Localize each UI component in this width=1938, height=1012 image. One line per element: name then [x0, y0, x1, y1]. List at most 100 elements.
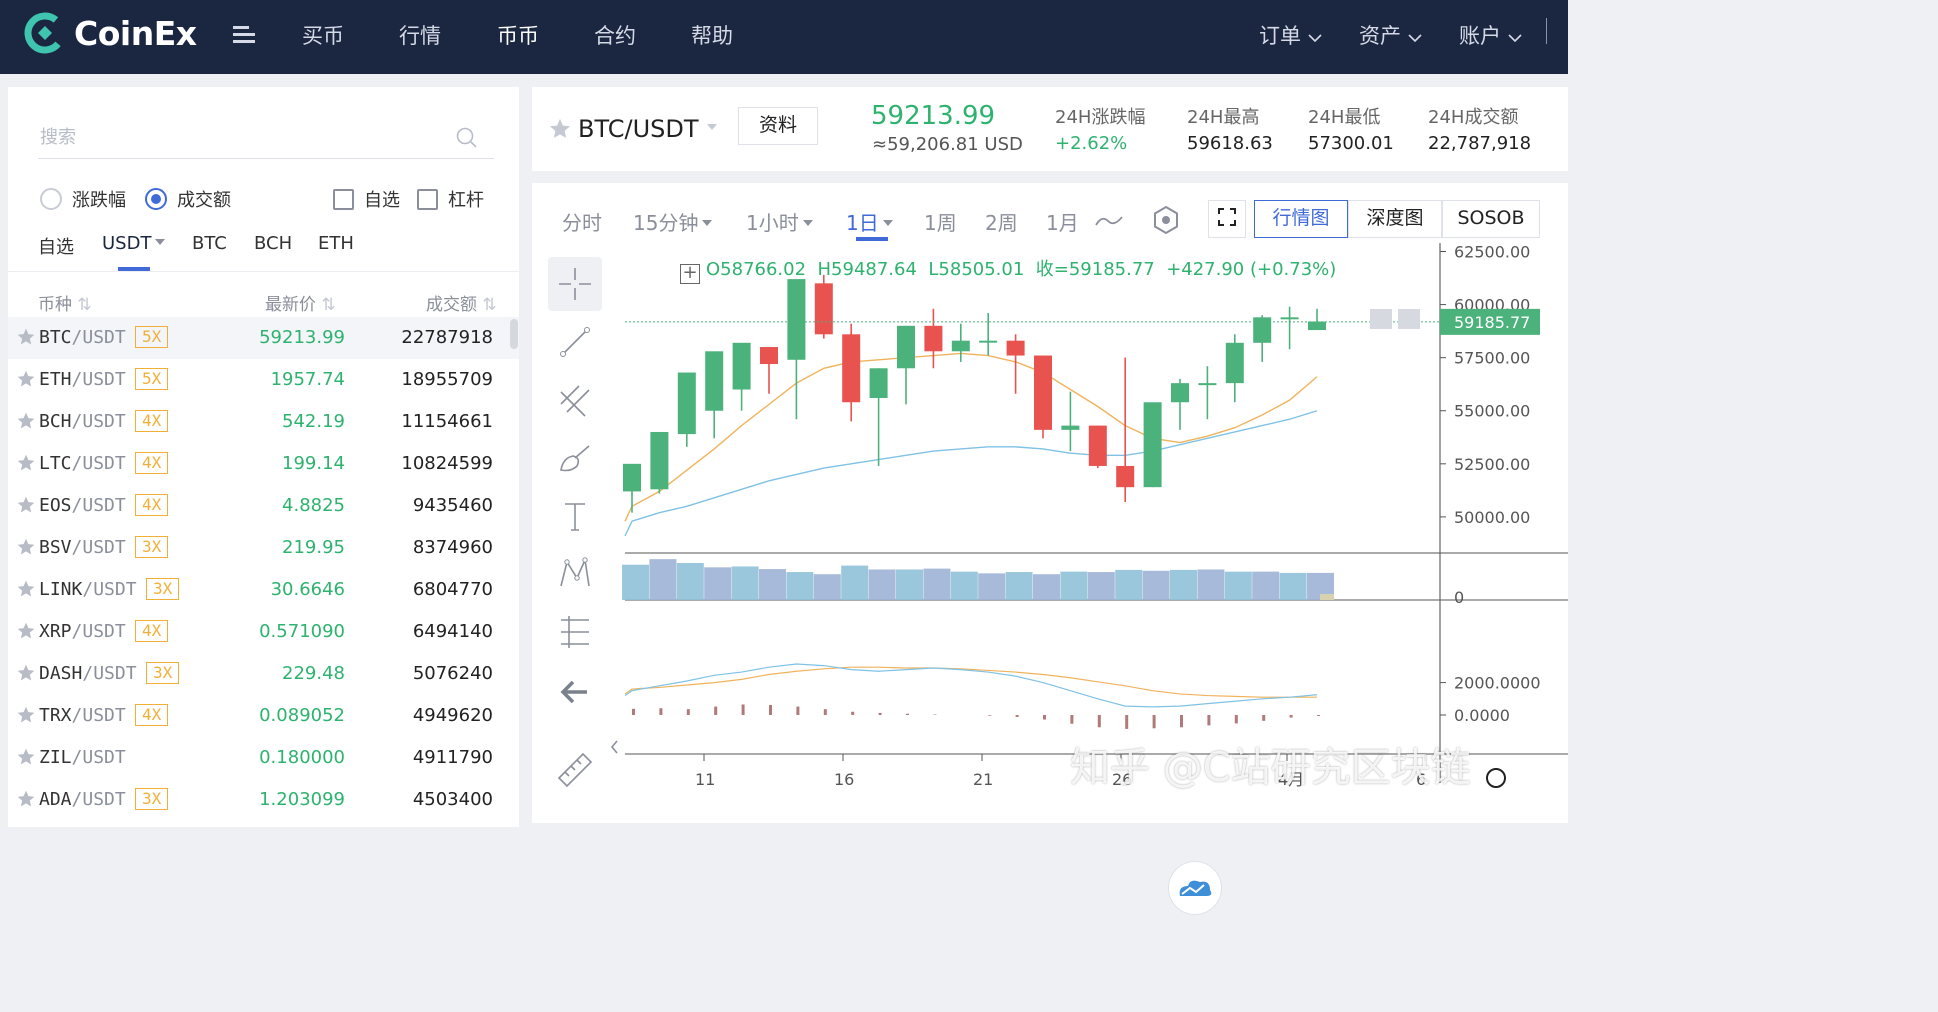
- text-tool[interactable]: [548, 489, 602, 543]
- pair-dropdown-icon[interactable]: [706, 123, 718, 131]
- volume-bar: [1170, 569, 1197, 600]
- trend-line-tool[interactable]: [548, 315, 602, 369]
- tab-btc[interactable]: BTC: [192, 233, 227, 254]
- interval-time-sharing[interactable]: 分时: [562, 207, 602, 236]
- market-row-ada[interactable]: ADA/USDT 3X 1.203099 4503400: [8, 779, 519, 821]
- favorite-star-icon[interactable]: [16, 369, 36, 389]
- x-tick-label: 16: [834, 770, 854, 789]
- nav-orders[interactable]: 订单: [1259, 20, 1322, 50]
- sort-by-change-radio[interactable]: 涨跌幅: [40, 186, 126, 212]
- market-row-eos[interactable]: EOS/USDT 4X 4.8825 9435460: [8, 485, 519, 527]
- view-depth-button[interactable]: 深度图: [1348, 200, 1442, 238]
- cloud-logo-icon: [1179, 880, 1212, 896]
- interval-15m[interactable]: 15分钟: [633, 207, 713, 236]
- sort-by-volume-radio[interactable]: 成交额: [145, 186, 231, 212]
- volume-bar: [649, 559, 677, 600]
- column-header-price[interactable]: 最新价 ⇅: [265, 290, 336, 315]
- usd-equivalent: ≈59,206.81 USD: [872, 134, 1023, 155]
- market-row-eth[interactable]: ETH/USDT 5X 1957.74 18955709: [8, 359, 519, 401]
- back-arrow-icon: [560, 680, 587, 704]
- favorites-checkbox[interactable]: 自选: [333, 186, 400, 212]
- tab-favorites[interactable]: 自选: [38, 233, 74, 259]
- volume-bar: [622, 564, 649, 600]
- column-header-volume[interactable]: 成交额 ⇅: [426, 290, 497, 315]
- stat-value-change: +2.62%: [1055, 133, 1128, 154]
- search-box: [38, 117, 494, 159]
- fib-tool[interactable]: [548, 605, 602, 659]
- candle-body: [1088, 425, 1107, 466]
- market-row-xrp[interactable]: XRP/USDT 4X 0.571090 6494140: [8, 611, 519, 653]
- chart-panel: 62500.00 60000.00 57500.00 55000.00 52500.00…: [532, 183, 1568, 915]
- tab-bch[interactable]: BCH: [254, 233, 292, 254]
- interval-1mo[interactable]: 1月: [1046, 207, 1079, 236]
- candle-body: [705, 351, 724, 411]
- nav-account[interactable]: 账户: [1459, 20, 1522, 50]
- nav-help[interactable]: 帮助: [691, 20, 733, 50]
- interval-1d[interactable]: 1日: [846, 207, 894, 236]
- search-icon[interactable]: [456, 127, 478, 149]
- market-row-ltc[interactable]: LTC/USDT 4X 199.14 10824599: [8, 443, 519, 485]
- fullscreen-button[interactable]: [1208, 200, 1246, 238]
- interval-1h[interactable]: 1小时: [746, 207, 814, 236]
- margin-checkbox[interactable]: 杠杆: [417, 186, 484, 212]
- interval-2w[interactable]: 2周: [985, 207, 1018, 236]
- nav-futures[interactable]: 合约: [594, 20, 636, 50]
- favorite-star-icon[interactable]: [16, 663, 36, 683]
- last-price: 1.203099: [259, 789, 345, 810]
- volume-bar: [1197, 569, 1225, 600]
- favorite-star-icon[interactable]: [16, 327, 36, 347]
- market-row-btc[interactable]: BTC/USDT 5X 59213.99 22787918: [8, 317, 519, 359]
- expand-indicator-icon[interactable]: +: [680, 264, 700, 284]
- collapse-arrow-icon[interactable]: [610, 739, 620, 755]
- favorite-star-icon[interactable]: [16, 789, 36, 809]
- market-row-zil[interactable]: ZIL/USDT 0.180000 4911790: [8, 737, 519, 779]
- favorite-star-icon[interactable]: [16, 495, 36, 515]
- nav-buy-crypto[interactable]: 买币: [302, 20, 344, 50]
- market-row-bsv[interactable]: BSV/USDT 3X 219.95 8374960: [8, 527, 519, 569]
- favorite-star-icon[interactable]: [16, 705, 36, 725]
- chart-type-line-icon[interactable]: [1094, 211, 1124, 231]
- market-row-link[interactable]: LINK/USDT 3X 30.6646 6804770: [8, 569, 519, 611]
- search-input[interactable]: [38, 117, 438, 157]
- scrollbar-thumb[interactable]: [510, 319, 518, 349]
- tradingview-logo[interactable]: [1168, 861, 1222, 915]
- view-kline-button[interactable]: 行情图: [1254, 200, 1348, 238]
- last-price: 59213.99: [259, 327, 345, 348]
- favorite-star-icon[interactable]: [16, 621, 36, 641]
- market-row-bch[interactable]: BCH/USDT 4X 542.19 11154661: [8, 401, 519, 443]
- volume-bar: [759, 569, 786, 600]
- candle-body: [623, 463, 641, 492]
- market-row-trx[interactable]: TRX/USDT 4X 0.089052 4949620: [8, 695, 519, 737]
- favorite-star-icon[interactable]: [16, 537, 36, 557]
- pattern-tool[interactable]: [548, 547, 602, 601]
- favorite-star-icon[interactable]: [16, 453, 36, 473]
- favorite-star-icon[interactable]: [16, 411, 36, 431]
- column-header-coin[interactable]: 币种 ⇅: [38, 290, 92, 315]
- nav-markets[interactable]: 行情: [399, 20, 441, 50]
- radio-circle: [40, 188, 62, 210]
- current-pair[interactable]: BTC/USDT: [578, 115, 699, 143]
- nav-assets[interactable]: 资产: [1359, 20, 1422, 50]
- nav-spot[interactable]: 币币: [497, 20, 539, 50]
- volume-bar: [1033, 574, 1060, 600]
- macd-tick-label: 0.0000: [1454, 706, 1510, 725]
- crosshair-tool[interactable]: [548, 257, 602, 311]
- undo-tool[interactable]: [548, 665, 602, 719]
- favorite-star-icon[interactable]: [16, 579, 36, 599]
- parallel-channel-tool[interactable]: [548, 373, 602, 427]
- measure-tool[interactable]: [548, 743, 602, 797]
- tab-eth[interactable]: ETH: [318, 233, 354, 254]
- menu-icon[interactable]: [233, 24, 255, 50]
- market-row-dash[interactable]: DASH/USDT 3X 229.48 5076240: [8, 653, 519, 695]
- brush-tool[interactable]: [548, 431, 602, 485]
- ticker-header: BTC/USDT 资料 59213.99 ≈59,206.81 USD 24H涨…: [532, 87, 1568, 171]
- favorite-star-icon[interactable]: [548, 117, 572, 141]
- coinex-logo[interactable]: CoinEx: [24, 12, 197, 54]
- favorite-star-icon[interactable]: [16, 747, 36, 767]
- interval-1w[interactable]: 1周: [924, 207, 957, 236]
- coin-info-button[interactable]: 资料: [738, 107, 818, 145]
- pair-name: ZIL/USDT: [39, 747, 126, 768]
- indicator-settings-icon[interactable]: [1150, 204, 1182, 236]
- view-sosob-button[interactable]: SOSOB: [1442, 200, 1540, 238]
- tab-usdt[interactable]: USDT: [102, 233, 166, 254]
